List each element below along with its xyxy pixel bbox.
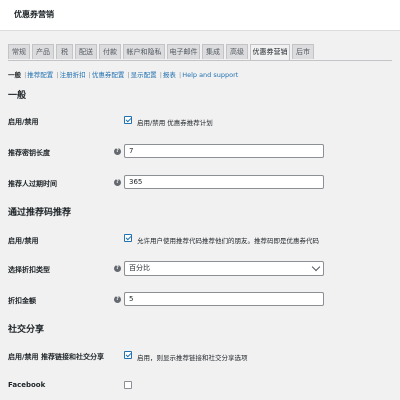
enable-referral-label: 启用/禁用 — [8, 237, 39, 245]
tab-advanced[interactable]: 高级 — [226, 44, 248, 59]
sub-navigation: 一般 |推荐配置 |注册折扣 |优惠券配置 |显示配置 |报表 |Help an… — [8, 69, 238, 79]
enable-referral-text: 允许用户使用推荐代码推荐他们的朋友。推荐码即是优惠券代码 — [137, 237, 319, 245]
tab-products[interactable]: 产品 — [32, 44, 54, 59]
section-title-general: 一般 — [8, 91, 27, 101]
subnav-link-referral-config[interactable]: 推荐配置 — [27, 71, 53, 79]
subnav-separator: | — [56, 71, 59, 79]
discount-amount-input[interactable] — [124, 292, 324, 306]
subnav-link-coupon-config[interactable]: 优惠券配置 — [92, 71, 125, 79]
facebook-checkbox[interactable] — [124, 381, 132, 389]
discount-amount-label: 折扣金额 — [8, 297, 36, 305]
subnav-separator: | — [88, 71, 91, 79]
subnav-link-reports[interactable]: 报表 — [163, 71, 176, 79]
tab-aftermarket[interactable]: 后市 — [292, 44, 314, 59]
chevron-down-icon — [311, 262, 321, 272]
help-icon[interactable]: ? — [114, 296, 121, 303]
discount-type-value: 百分比 — [129, 264, 150, 272]
subnav-separator: | — [127, 71, 130, 79]
tab-coupon-marketing[interactable]: 优惠券营销 — [250, 44, 290, 60]
app-title: 优惠券营销 — [14, 10, 54, 19]
settings-tabs: 常规 产品 税 配送 付款 帐户和隐私 电子邮件 集成 高级 优惠券营销 后市 — [8, 44, 392, 61]
subnav-current: 一般 — [8, 71, 21, 79]
subnav-separator: | — [159, 71, 162, 79]
facebook-label: Facebook — [8, 381, 46, 389]
expiry-input[interactable] — [124, 175, 324, 189]
help-icon[interactable]: ? — [114, 265, 121, 272]
enable-program-text: 启用/禁用 优惠券推荐计划 — [137, 119, 213, 127]
code-length-input[interactable] — [124, 144, 324, 158]
subnav-link-signup-discount[interactable]: 注册折扣 — [60, 71, 86, 79]
top-bar: 优惠券营销 — [0, 0, 400, 31]
tab-integration[interactable]: 集成 — [202, 44, 224, 59]
help-icon[interactable]: ? — [114, 179, 121, 186]
subnav-link-display-config[interactable]: 显示配置 — [131, 71, 157, 79]
code-length-label: 推荐密钥长度 — [8, 149, 50, 157]
section-title-social: 社交分享 — [8, 325, 45, 335]
tab-general[interactable]: 常规 — [8, 44, 30, 59]
subnav-separator: | — [178, 71, 182, 79]
help-icon[interactable]: ? — [114, 148, 121, 155]
enable-program-label: 启用/禁用 — [8, 118, 39, 126]
section-title-referral: 通过推荐码推荐 — [8, 208, 72, 218]
discount-type-select[interactable]: 百分比 — [124, 261, 324, 276]
enable-program-checkbox[interactable] — [124, 116, 132, 124]
tab-accounts-privacy[interactable]: 帐户和隐私 — [123, 44, 165, 59]
tab-shipping[interactable]: 配送 — [75, 44, 97, 59]
enable-social-label: 启用/禁用 推荐链接和社交分享 — [8, 353, 104, 361]
subnav-separator: | — [24, 71, 27, 79]
enable-social-text: 启用，则显示推荐链接和社交分享选项 — [137, 354, 248, 362]
subnav-link-help[interactable]: Help and support — [182, 71, 238, 79]
expiry-label: 推荐人过期时间 — [8, 180, 57, 188]
enable-social-checkbox[interactable] — [124, 351, 132, 359]
enable-referral-checkbox[interactable] — [124, 234, 132, 242]
tab-tax[interactable]: 税 — [56, 44, 73, 59]
tab-payments[interactable]: 付款 — [99, 44, 121, 59]
discount-type-label: 选择折扣类型 — [8, 266, 50, 274]
tab-emails[interactable]: 电子邮件 — [167, 44, 200, 59]
